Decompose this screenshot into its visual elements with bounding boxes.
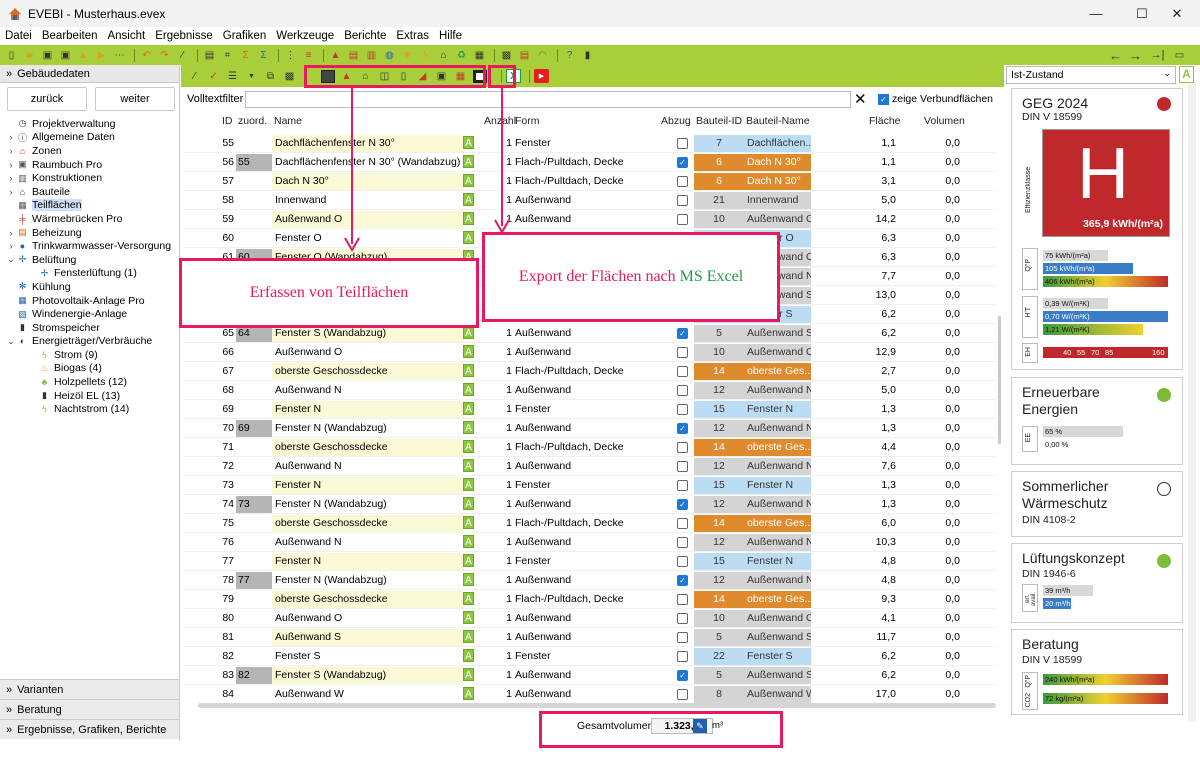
callout-export: Export der Flächen nach MS Excel <box>482 232 780 322</box>
callout-export-excel: MS Excel <box>679 268 744 285</box>
callout-erfassen-text: Erfassen von Teilflächen <box>249 284 409 301</box>
annotation-arrows <box>344 88 510 252</box>
callout-export-text: Export der Flächen nach <box>518 268 676 285</box>
callout-erfassen: Erfassen von Teilflächen <box>179 258 479 328</box>
